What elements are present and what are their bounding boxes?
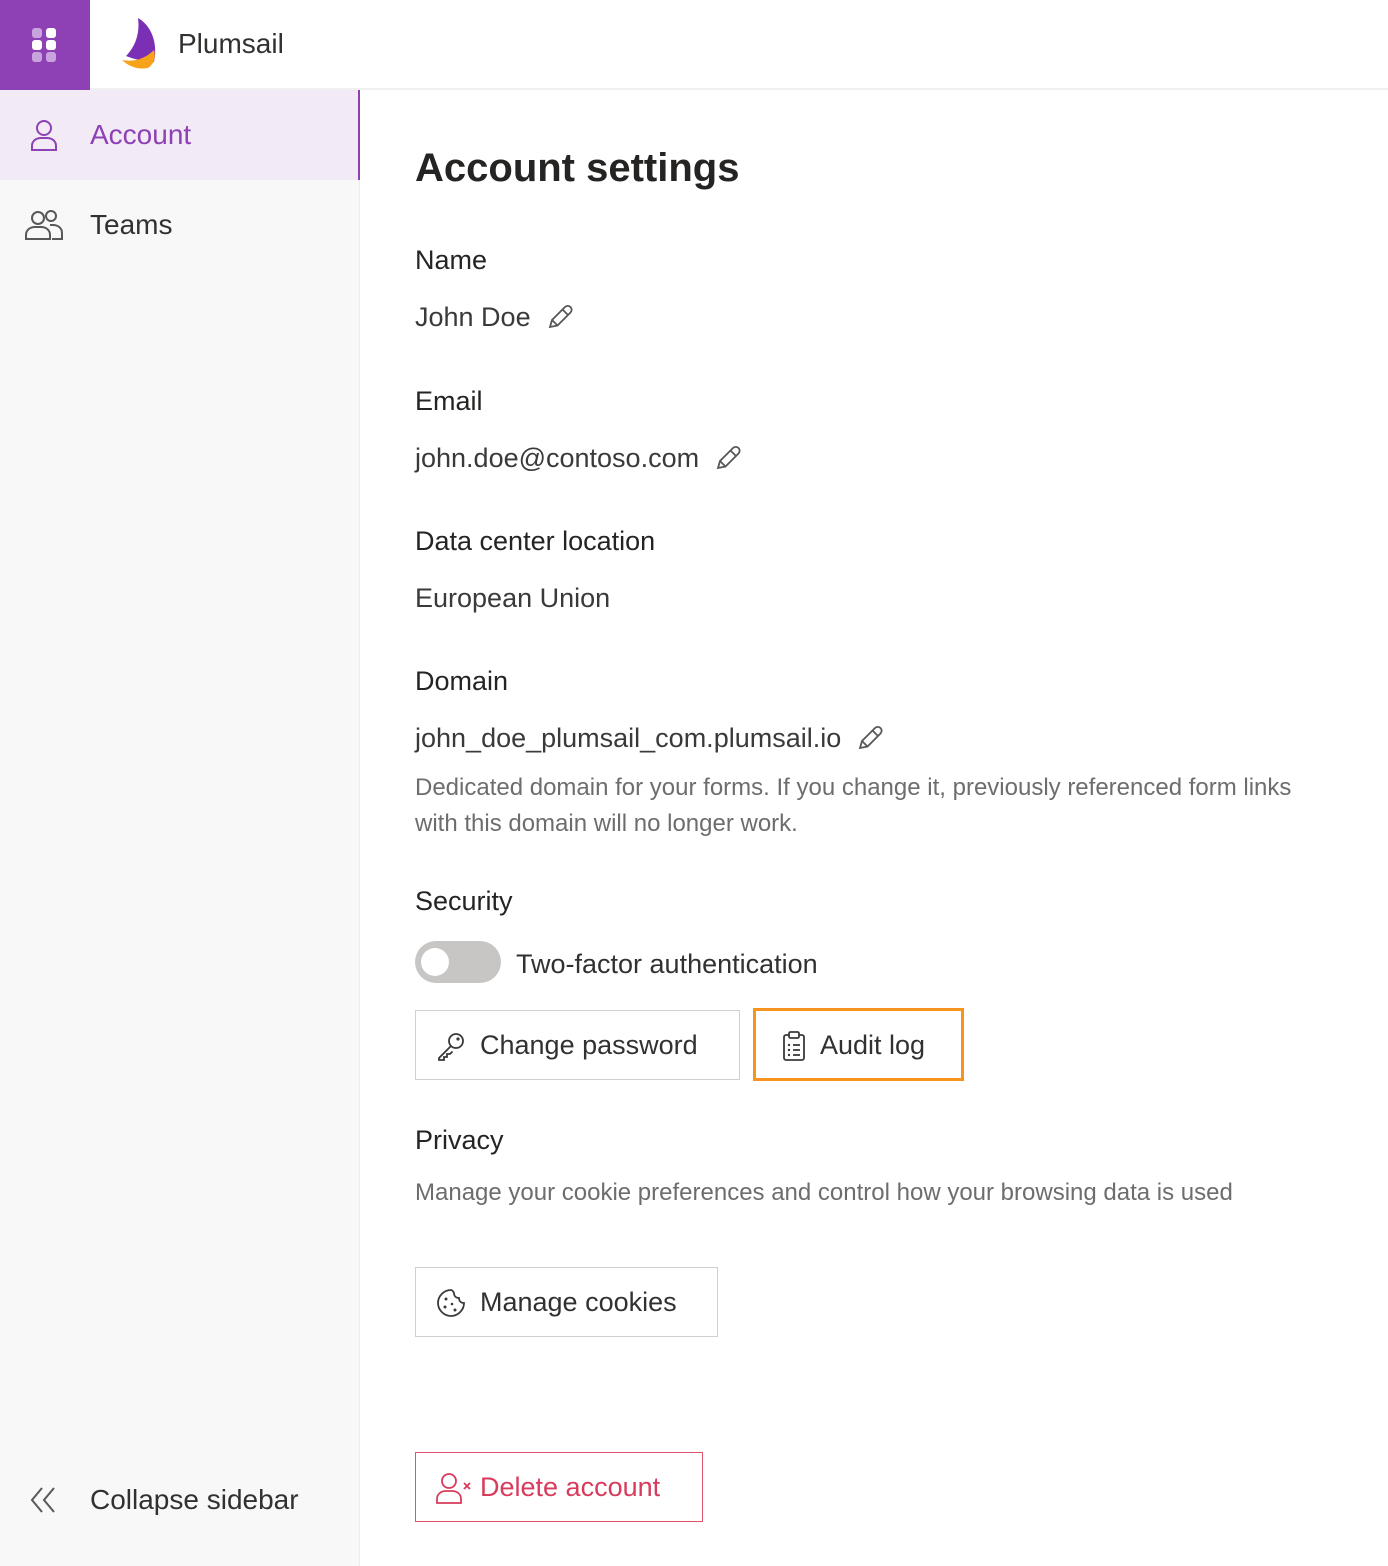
page-title: Account settings <box>415 146 740 190</box>
sidebar-item-teams[interactable]: Teams <box>0 180 360 270</box>
delete-account-label: Delete account <box>480 1472 661 1502</box>
waffle-icon <box>32 28 56 62</box>
key-icon <box>438 1033 464 1061</box>
sidebar: Account Teams Collapse sidebar <box>0 90 360 1566</box>
clipboard-list-icon <box>783 1031 805 1061</box>
change-password-label: Change password <box>480 1030 698 1060</box>
two-factor-toggle[interactable] <box>415 941 501 983</box>
double-chevron-left-icon <box>30 1487 55 1513</box>
cookie-icon <box>437 1289 465 1317</box>
edit-domain-pencil-icon[interactable] <box>855 723 885 753</box>
two-factor-label: Two-factor authentication <box>516 949 818 979</box>
top-bar: Plumsail <box>0 0 1388 90</box>
collapse-sidebar-button[interactable]: Collapse sidebar <box>0 1455 360 1545</box>
person-remove-icon <box>436 1473 471 1504</box>
data-center-label: Data center location <box>415 526 656 556</box>
manage-cookies-label: Manage cookies <box>480 1287 677 1317</box>
brand-name: Plumsail <box>178 28 284 59</box>
domain-value-row: john_doe_plumsail_com.plumsail.io <box>415 721 885 755</box>
name-value-row: John Doe <box>415 300 575 334</box>
name-label: Name <box>415 245 488 275</box>
change-password-button[interactable]: Change password <box>415 1010 740 1080</box>
domain-label: Domain <box>415 666 509 696</box>
people-icon <box>25 210 63 240</box>
name-value: John Doe <box>415 302 531 332</box>
plumsail-logo-icon <box>122 18 156 69</box>
privacy-label: Privacy <box>415 1125 504 1155</box>
email-value: john.doe@contoso.com <box>415 443 700 473</box>
collapse-sidebar-label: Collapse sidebar <box>90 1484 299 1515</box>
delete-account-button[interactable]: Delete account <box>415 1452 703 1522</box>
domain-value: john_doe_plumsail_com.plumsail.io <box>415 723 842 753</box>
security-label: Security <box>415 886 513 916</box>
sidebar-item-account[interactable]: Account <box>0 90 360 180</box>
edit-name-pencil-icon[interactable] <box>545 302 575 332</box>
sidebar-item-label: Teams <box>90 209 173 240</box>
audit-log-button[interactable]: Audit log <box>753 1008 964 1081</box>
email-label: Email <box>415 386 483 416</box>
data-center-value: European Union <box>415 581 610 615</box>
privacy-help-text: Manage your cookie preferences and contr… <box>415 1179 1233 1206</box>
email-value-row: john.doe@contoso.com <box>415 441 743 475</box>
manage-cookies-button[interactable]: Manage cookies <box>415 1267 718 1337</box>
edit-email-pencil-icon[interactable] <box>713 443 743 473</box>
person-icon <box>31 120 57 151</box>
sidebar-item-label: Account <box>90 119 192 150</box>
app-launcher-button[interactable] <box>0 0 90 90</box>
toggle-knob <box>421 948 449 976</box>
domain-help-text: Dedicated domain for your forms. If you … <box>415 774 1292 837</box>
data-center-value-text: European Union <box>415 583 611 613</box>
audit-log-label: Audit log <box>820 1029 926 1060</box>
